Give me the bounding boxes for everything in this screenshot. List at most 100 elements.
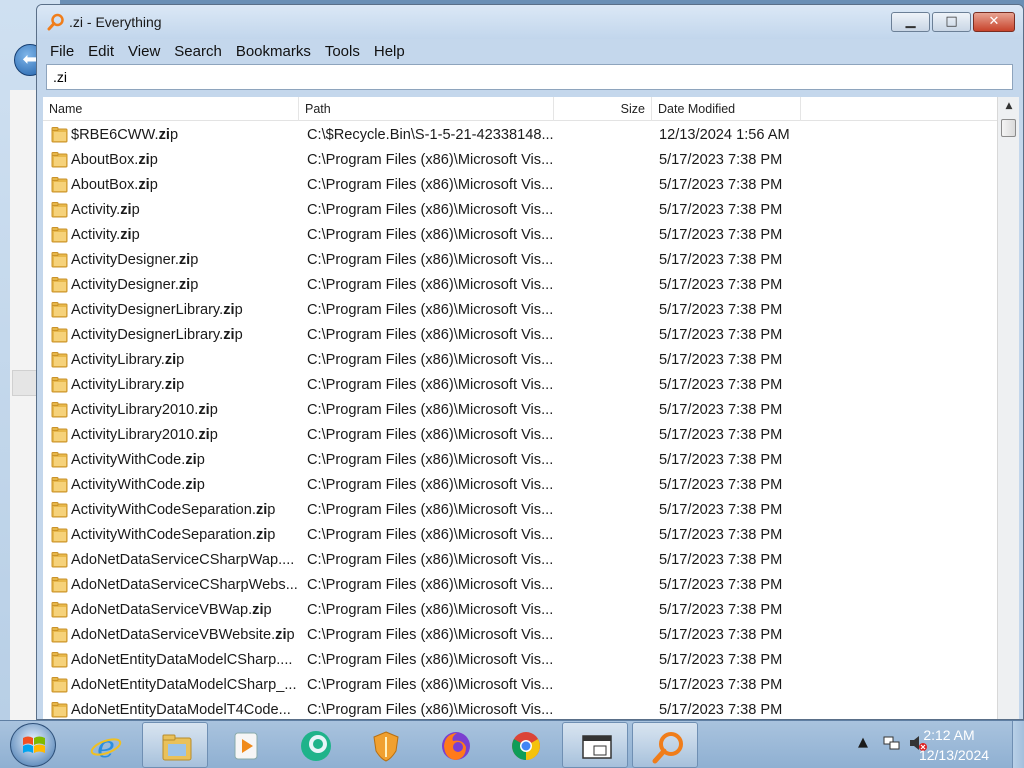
folder-icon	[51, 377, 68, 393]
file-path: C:\$Recycle.Bin\S-1-5-21-42338148...	[307, 127, 554, 143]
file-name: AdoNetEntityDataModelCSharp....	[71, 652, 293, 668]
chat-bubble-icon	[301, 731, 331, 761]
folder-icon	[51, 452, 68, 468]
table-row[interactable]: ActivityDesignerLibrary.zip C:\Program Fi…	[43, 298, 997, 323]
file-path: C:\Program Files (x86)\Microsoft Vis...	[307, 602, 554, 618]
network-icon[interactable]	[882, 733, 902, 753]
scroll-thumb[interactable]	[1001, 119, 1016, 137]
file-name: AdoNetDataServiceCSharpWebs...	[71, 577, 298, 593]
table-row[interactable]: AdoNetDataServiceCSharpWebs... C:\Program…	[43, 573, 997, 598]
table-row[interactable]: ActivityLibrary.zip C:\Program Files (x86…	[43, 348, 997, 373]
column-header-name[interactable]: Name	[43, 97, 299, 121]
menu-bookmarks[interactable]: Bookmarks	[229, 39, 318, 65]
taskbar-chat-app[interactable]	[282, 722, 348, 768]
taskbar-window-switcher[interactable]	[562, 722, 628, 768]
taskbar-internet-explorer[interactable]: e	[72, 722, 138, 768]
scroll-up-arrow-icon[interactable]: ▲	[998, 97, 1020, 115]
clock-time[interactable]: 2:12 AM	[904, 727, 994, 743]
folder-icon	[162, 734, 192, 761]
table-row[interactable]: AboutBox.zip C:\Program Files (x86)\Micro…	[43, 173, 997, 198]
file-path: C:\Program Files (x86)\Microsoft Vis...	[307, 577, 554, 593]
table-row[interactable]: ActivityWithCodeSeparation.zip C:\Program…	[43, 498, 997, 523]
taskbar-security-shield[interactable]	[352, 722, 418, 768]
maximize-button[interactable]: □	[932, 12, 971, 32]
table-row[interactable]: AboutBox.zip C:\Program Files (x86)\Micro…	[43, 148, 997, 173]
folder-icon	[51, 527, 68, 543]
table-row[interactable]: $RBE6CWW.zip C:\$Recycle.Bin\S-1-5-21-423…	[43, 123, 997, 148]
file-path: C:\Program Files (x86)\Microsoft Vis...	[307, 327, 554, 343]
file-name: AdoNetDataServiceCSharpWap....	[71, 552, 295, 568]
table-row[interactable]: ActivityLibrary.zip C:\Program Files (x86…	[43, 373, 997, 398]
table-row[interactable]: Activity.zip C:\Program Files (x86)\Micro…	[43, 223, 997, 248]
file-path: C:\Program Files (x86)\Microsoft Vis...	[307, 152, 554, 168]
taskbar: e ▲ 2:12 AM 12/13/2024	[0, 720, 1024, 768]
menu-file[interactable]: File	[43, 39, 81, 65]
minimize-button[interactable]: ▁	[891, 12, 930, 32]
table-row[interactable]: AdoNetEntityDataModelT4Code... C:\Program…	[43, 698, 997, 719]
table-row[interactable]: AdoNetEntityDataModelCSharp.... C:\Progra…	[43, 648, 997, 673]
folder-icon	[51, 302, 68, 318]
folder-icon	[51, 502, 68, 518]
column-header-size[interactable]: Size	[554, 97, 652, 121]
date-modified: 5/17/2023 7:38 PM	[659, 452, 783, 468]
close-button[interactable]: ✕	[973, 12, 1015, 32]
maximize-icon: □	[945, 14, 958, 29]
table-row[interactable]: ActivityDesignerLibrary.zip C:\Program Fi…	[43, 323, 997, 348]
menu-tools[interactable]: Tools	[318, 39, 367, 65]
table-row[interactable]: ActivityLibrary2010.zip C:\Program Files …	[43, 423, 997, 448]
search-input[interactable]	[46, 64, 1013, 90]
table-row[interactable]: Activity.zip C:\Program Files (x86)\Micro…	[43, 198, 997, 223]
date-modified: 5/17/2023 7:38 PM	[659, 552, 783, 568]
table-row[interactable]: AdoNetDataServiceVBWebsite.zip C:\Program…	[43, 623, 997, 648]
vertical-scrollbar[interactable]: ▲	[997, 97, 1020, 719]
file-name: AdoNetDataServiceVBWebsite.zip	[71, 627, 295, 643]
clock-date[interactable]: 12/13/2024	[904, 747, 1004, 763]
date-modified: 5/17/2023 7:38 PM	[659, 202, 783, 218]
file-name: ActivityLibrary2010.zip	[71, 427, 218, 443]
table-row[interactable]: ActivityWithCode.zip C:\Program Files (x8…	[43, 473, 997, 498]
svg-text:e: e	[97, 730, 115, 763]
file-path: C:\Program Files (x86)\Microsoft Vis...	[307, 677, 554, 693]
taskbar-everything-search[interactable]	[632, 722, 698, 768]
table-row[interactable]: ActivityWithCodeSeparation.zip C:\Program…	[43, 523, 997, 548]
date-modified: 5/17/2023 7:38 PM	[659, 702, 783, 718]
date-modified: 5/17/2023 7:38 PM	[659, 602, 783, 618]
column-header-path[interactable]: Path	[299, 97, 554, 121]
menu-search[interactable]: Search	[167, 39, 229, 65]
everything-window: .zi - Everything ▁ □ ✕ File Edit View Se…	[36, 4, 1024, 720]
date-modified: 5/17/2023 7:38 PM	[659, 352, 783, 368]
title-bar[interactable]: .zi - Everything ▁ □ ✕	[37, 5, 1023, 39]
start-button[interactable]	[10, 723, 56, 767]
table-row[interactable]: AdoNetDataServiceCSharpWap.... C:\Program…	[43, 548, 997, 573]
results-list: Name Path Size Date Modified $RBE6CWW.zi…	[43, 97, 1020, 719]
everything-magnifier-icon	[652, 732, 683, 764]
folder-icon	[51, 352, 68, 368]
folder-icon	[51, 252, 68, 268]
taskbar-firefox[interactable]	[422, 722, 488, 768]
taskbar-windows-explorer[interactable]	[142, 722, 208, 768]
table-row[interactable]: ActivityLibrary2010.zip C:\Program Files …	[43, 398, 997, 423]
file-name: ActivityDesignerLibrary.zip	[71, 327, 243, 343]
folder-icon	[51, 152, 68, 168]
folder-icon	[51, 627, 68, 643]
column-header: Name Path Size Date Modified	[43, 97, 997, 121]
file-path: C:\Program Files (x86)\Microsoft Vis...	[307, 652, 554, 668]
column-header-date-modified[interactable]: Date Modified	[652, 97, 801, 121]
menu-help[interactable]: Help	[367, 39, 412, 65]
file-path: C:\Program Files (x86)\Microsoft Vis...	[307, 452, 554, 468]
show-hidden-icons-icon[interactable]: ▲	[858, 735, 868, 750]
file-path: C:\Program Files (x86)\Microsoft Vis...	[307, 552, 554, 568]
show-desktop-button[interactable]	[1012, 721, 1024, 768]
table-row[interactable]: ActivityDesigner.zip C:\Program Files (x8…	[43, 273, 997, 298]
window-title: .zi - Everything	[69, 14, 162, 30]
table-row[interactable]: ActivityWithCode.zip C:\Program Files (x8…	[43, 448, 997, 473]
menu-view[interactable]: View	[121, 39, 167, 65]
date-modified: 5/17/2023 7:38 PM	[659, 277, 783, 293]
taskbar-media-player[interactable]	[212, 722, 278, 768]
menu-edit[interactable]: Edit	[81, 39, 121, 65]
table-row[interactable]: AdoNetEntityDataModelCSharp_... C:\Progra…	[43, 673, 997, 698]
file-name: AdoNetEntityDataModelT4Code...	[71, 702, 291, 718]
table-row[interactable]: ActivityDesigner.zip C:\Program Files (x8…	[43, 248, 997, 273]
taskbar-chrome[interactable]	[492, 722, 558, 768]
table-row[interactable]: AdoNetDataServiceVBWap.zip C:\Program Fil…	[43, 598, 997, 623]
